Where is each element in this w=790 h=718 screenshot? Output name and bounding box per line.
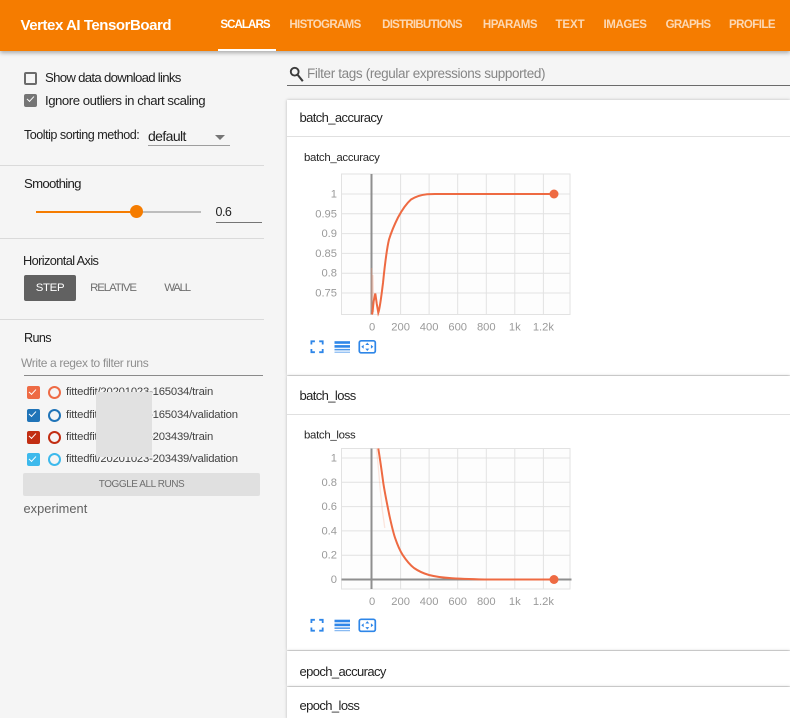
- svg-text:600: 600: [448, 596, 467, 608]
- svg-text:0.2: 0.2: [321, 550, 337, 562]
- svg-text:1k: 1k: [509, 596, 521, 608]
- svg-text:1.2k: 1.2k: [533, 322, 555, 334]
- svg-text:0: 0: [369, 596, 375, 608]
- svg-text:600: 600: [448, 322, 467, 334]
- svg-text:0.85: 0.85: [315, 248, 337, 260]
- svg-text:1: 1: [331, 189, 337, 201]
- svg-text:400: 400: [420, 596, 439, 608]
- svg-text:1.2k: 1.2k: [533, 596, 555, 608]
- svg-text:batch_accuracy: batch_accuracy: [304, 152, 380, 164]
- svg-text:1k: 1k: [509, 322, 521, 334]
- svg-text:0: 0: [369, 322, 375, 334]
- svg-text:800: 800: [477, 596, 496, 608]
- svg-text:0.8: 0.8: [321, 268, 337, 280]
- svg-text:0.95: 0.95: [315, 208, 337, 220]
- svg-text:400: 400: [420, 322, 439, 334]
- svg-text:800: 800: [477, 322, 496, 334]
- svg-text:0.4: 0.4: [321, 525, 337, 537]
- svg-text:0.6: 0.6: [321, 501, 337, 513]
- svg-text:0.75: 0.75: [315, 288, 337, 300]
- svg-text:0.9: 0.9: [321, 228, 337, 240]
- svg-text:batch_loss: batch_loss: [304, 430, 356, 442]
- svg-text:0: 0: [331, 574, 337, 586]
- svg-text:0.8: 0.8: [321, 477, 337, 489]
- svg-text:200: 200: [391, 596, 410, 608]
- svg-text:200: 200: [391, 322, 410, 334]
- svg-text:1: 1: [331, 453, 337, 465]
